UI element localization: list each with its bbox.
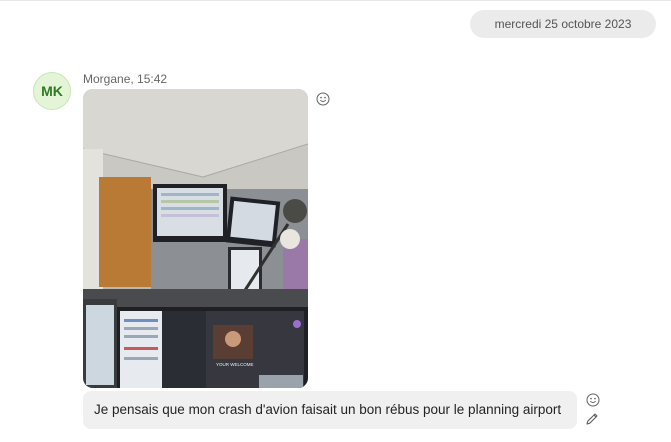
add-reaction-button[interactable]: [584, 391, 602, 409]
top-divider: [0, 0, 671, 1]
smiley-icon: [316, 92, 330, 106]
date-separator: mercredi 25 octobre 2023: [470, 10, 656, 38]
smiley-icon: [586, 393, 600, 407]
message-bubble[interactable]: Je pensais que mon crash d'avion faisait…: [83, 391, 577, 429]
avatar[interactable]: MK: [33, 72, 71, 110]
message-sender-time: Morgane, 15:42: [83, 72, 168, 86]
add-reaction-button[interactable]: [314, 90, 332, 108]
edit-message-button[interactable]: [584, 411, 602, 429]
pencil-icon: [586, 413, 598, 425]
photo-attachment[interactable]: YOUR WELCOME: [83, 89, 308, 388]
photo-screen-text: YOUR WELCOME: [216, 362, 254, 367]
